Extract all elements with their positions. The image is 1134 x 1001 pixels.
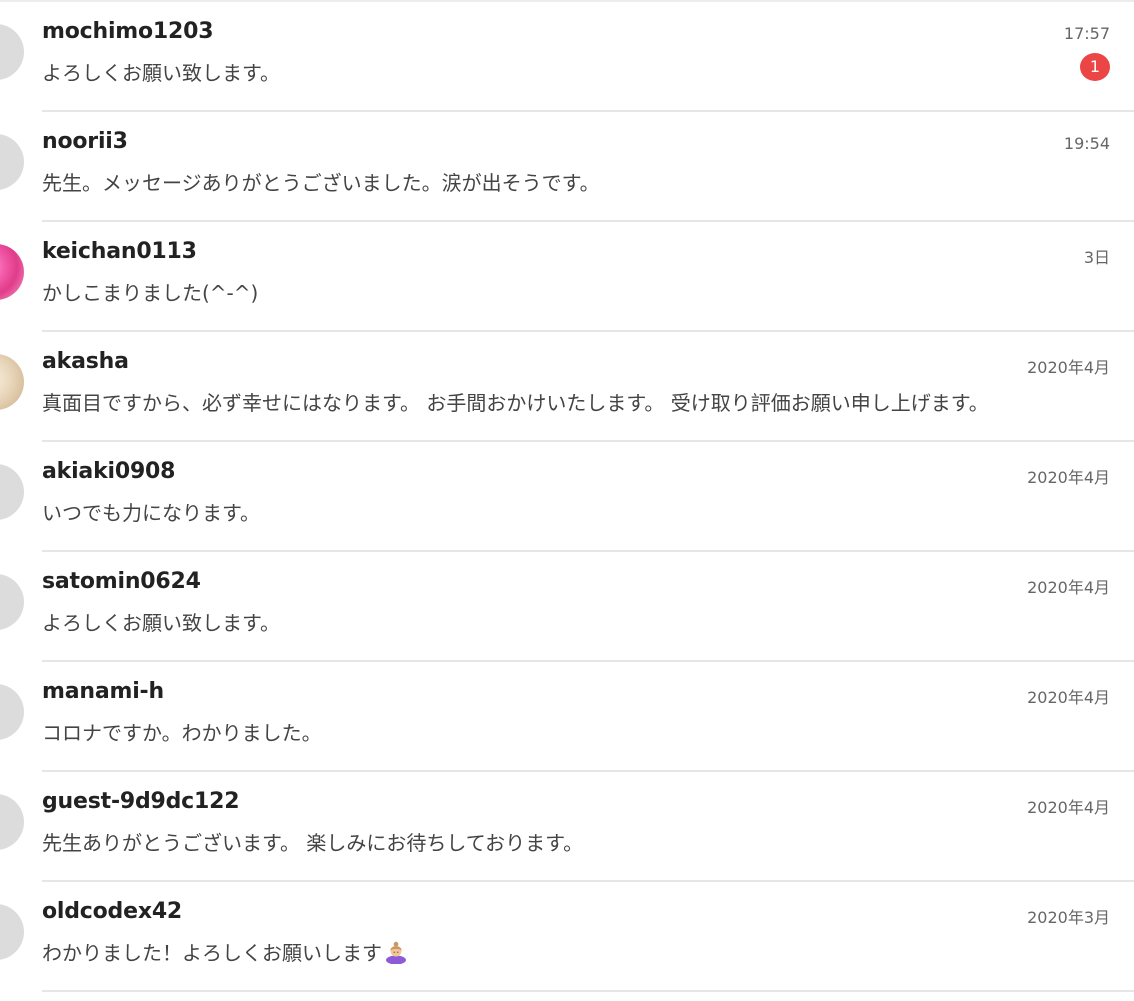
conversation-message-preview: よろしくお願い致します。 [42, 611, 280, 635]
conversation-message-preview: かしこまりました(^-^) [42, 281, 259, 305]
conversation-message-preview: いつでも力になります。 [42, 501, 260, 525]
avatar[interactable] [0, 904, 24, 960]
conversation-username: oldcodex42 [42, 899, 183, 924]
conversation-item[interactable]: satomin0624 よろしくお願い致します。 2020年4月 [0, 552, 1134, 662]
avatar[interactable] [0, 354, 24, 410]
conversation-username: keichan0113 [42, 239, 197, 264]
avatar[interactable] [0, 684, 24, 740]
conversation-message-preview: わかりました！よろしくお願いします [42, 937, 408, 966]
conversation-timestamp: 2020年3月 [1027, 908, 1110, 927]
conversation-message-preview: 先生。メッセージありがとうございました。涙が出そうです。 [42, 171, 600, 195]
conversation-item[interactable]: oldcodex42 わかりました！よろしくお願いします 2020年3月 [0, 882, 1134, 992]
avatar[interactable] [0, 134, 24, 190]
conversation-username: manami-h [42, 679, 164, 704]
conversation-list: mochimo1203 よろしくお願い致します。 17:57 1 noorii3… [0, 0, 1134, 992]
conversation-timestamp: 2020年4月 [1027, 688, 1110, 707]
conversation-message-preview: 先生ありがとうございます。 楽しみにお待ちしております。 [42, 831, 584, 855]
avatar[interactable] [0, 794, 24, 850]
conversation-message-preview: コロナですか。わかりました。 [42, 721, 322, 745]
conversation-item[interactable]: akasha 真面目ですから、必ず幸せにはなります。 お手間おかけいたします。 … [0, 332, 1134, 442]
conversation-username: noorii3 [42, 129, 128, 154]
avatar[interactable] [0, 574, 24, 630]
unread-count-badge: 1 [1080, 53, 1110, 81]
conversation-username: mochimo1203 [42, 19, 214, 44]
conversation-item[interactable]: manami-h コロナですか。わかりました。 2020年4月 [0, 662, 1134, 772]
conversation-timestamp: 2020年4月 [1027, 578, 1110, 597]
conversation-message-preview: よろしくお願い致します。 [42, 61, 280, 85]
conversation-item[interactable]: akiaki0908 いつでも力になります。 2020年4月 [0, 442, 1134, 552]
conversation-message-preview: 真面目ですから、必ず幸せにはなります。 お手間おかけいたします。 受け取り評価お… [42, 391, 989, 415]
person-bowing-emoji-icon [384, 940, 408, 965]
conversation-timestamp: 19:54 [1063, 134, 1110, 153]
conversation-item[interactable]: mochimo1203 よろしくお願い致します。 17:57 1 [0, 2, 1134, 112]
conversation-timestamp: 2020年4月 [1027, 468, 1110, 487]
conversation-item[interactable]: keichan0113 かしこまりました(^-^) 3日 [0, 222, 1134, 332]
avatar[interactable] [0, 24, 24, 80]
avatar[interactable] [0, 244, 24, 300]
conversation-message-text: わかりました！よろしくお願いします [42, 941, 382, 965]
conversation-username: satomin0624 [42, 569, 201, 594]
conversation-item[interactable]: guest-9d9dc122 先生ありがとうございます。 楽しみにお待ちしており… [0, 772, 1134, 882]
avatar[interactable] [0, 464, 24, 520]
conversation-username: guest-9d9dc122 [42, 789, 240, 814]
conversation-username: akiaki0908 [42, 459, 176, 484]
conversation-timestamp: 3日 [1083, 248, 1110, 267]
conversation-item[interactable]: noorii3 先生。メッセージありがとうございました。涙が出そうです。 19:… [0, 112, 1134, 222]
conversation-username: akasha [42, 349, 129, 374]
conversation-timestamp: 2020年4月 [1027, 798, 1110, 817]
conversation-timestamp: 2020年4月 [1027, 358, 1110, 377]
conversation-timestamp: 17:57 [1063, 24, 1110, 43]
